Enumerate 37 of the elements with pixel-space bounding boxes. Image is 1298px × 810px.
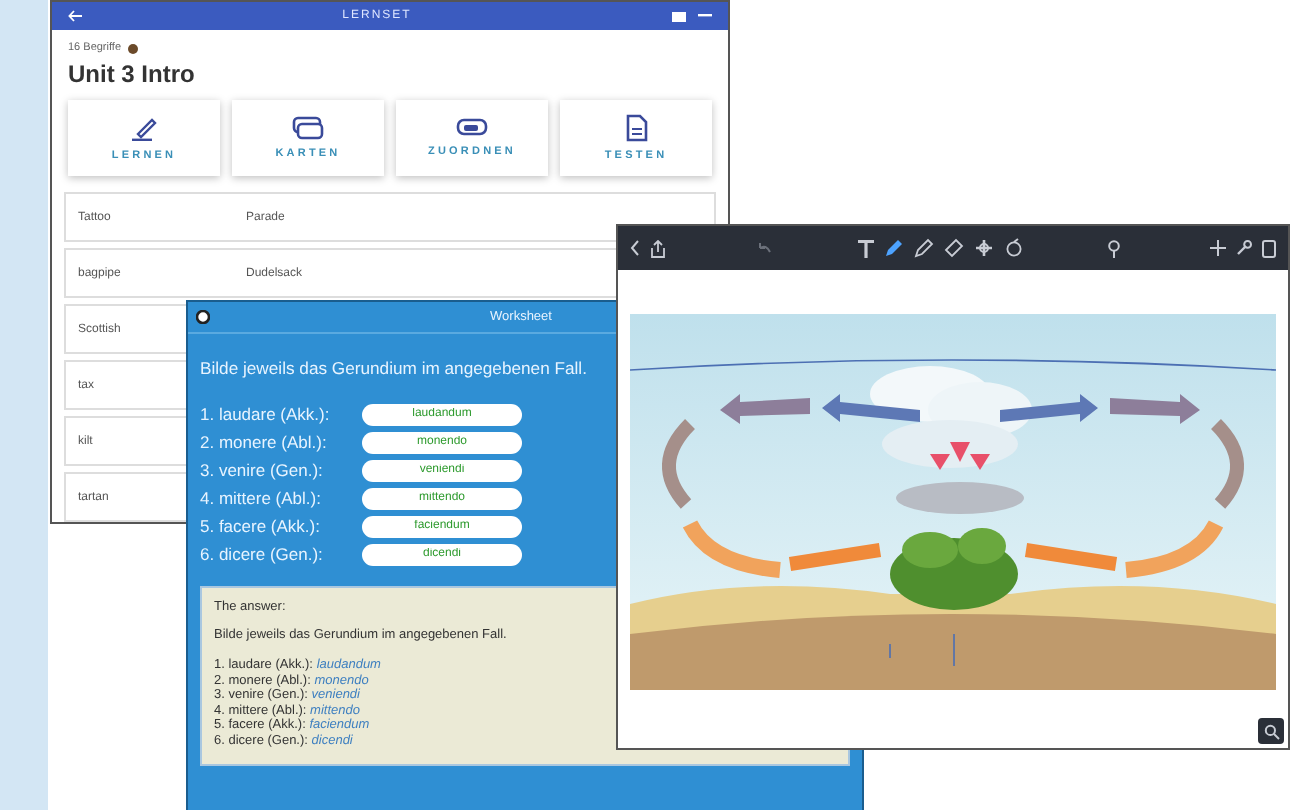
- search-button[interactable]: [1258, 718, 1284, 744]
- share-icon[interactable]: [650, 239, 666, 257]
- question-text: 4. mittere (Abl.):: [200, 488, 323, 508]
- back-chevron-icon[interactable]: [630, 240, 640, 256]
- drawing-tool[interactable]: [883, 238, 903, 258]
- pencil-icon: [913, 238, 933, 258]
- drawing-tool[interactable]: [943, 238, 963, 258]
- pen-icon: [883, 238, 903, 258]
- drawing-tool[interactable]: [973, 238, 993, 258]
- lasso-icon: [1003, 238, 1023, 258]
- pen-icon: [130, 115, 158, 141]
- pin-icon[interactable]: [1108, 239, 1120, 257]
- cards-icon: [292, 116, 324, 140]
- wrench-icon[interactable]: [1236, 240, 1252, 256]
- search-icon: [1263, 723, 1279, 739]
- question-text: 6. dicere (Gen.):: [200, 544, 325, 564]
- question-text: 3. venire (Gen.):: [200, 460, 325, 480]
- question-text: 2. monere (Abl.):: [200, 432, 329, 452]
- drawing-tool[interactable]: [1003, 238, 1023, 258]
- page-icon[interactable]: [1262, 239, 1276, 257]
- text-tool-icon: [857, 239, 873, 257]
- close-icon[interactable]: [196, 310, 210, 324]
- user-avatar-icon: [127, 43, 138, 53]
- question-text: 1. laudare (Akk.):: [200, 404, 332, 424]
- question-text: 5. facere (Akk.):: [200, 516, 322, 536]
- plus-icon[interactable]: [1210, 240, 1226, 256]
- task-instruction: Bilde jeweils das Gerundium im angegebenen Fall.: [200, 358, 589, 378]
- shapes-icon: [973, 238, 993, 258]
- drawing-tool[interactable]: [913, 238, 933, 258]
- undo-icon[interactable]: [756, 241, 772, 255]
- cards-icon[interactable]: [672, 11, 686, 21]
- eraser-icon: [943, 238, 963, 258]
- back-arrow-icon[interactable]: [68, 10, 82, 22]
- linked-cards-icon: [456, 118, 488, 138]
- document-icon: [625, 114, 647, 142]
- drawing-tool[interactable]: [857, 239, 873, 257]
- set-title: Unit 3 Intro: [68, 60, 197, 88]
